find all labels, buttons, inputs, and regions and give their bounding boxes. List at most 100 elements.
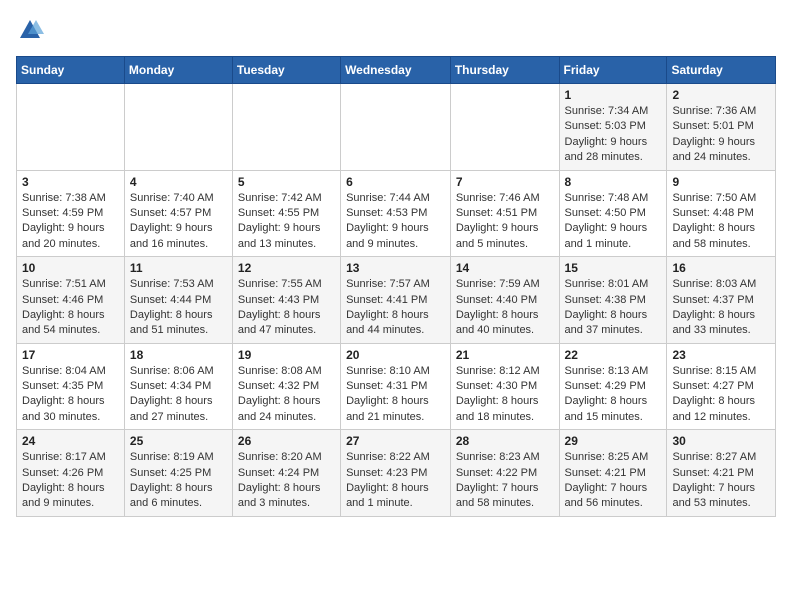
day-number: 14 xyxy=(456,261,554,275)
sunset: Sunset: 4:26 PM xyxy=(22,467,103,479)
calendar-cell: 12Sunrise: 7:55 AMSunset: 4:43 PMDayligh… xyxy=(232,257,340,344)
day-number: 4 xyxy=(130,175,227,189)
day-number: 19 xyxy=(238,348,335,362)
day-info: Sunrise: 8:27 AM Sunset: 4:21 PM Daylight:… xyxy=(672,450,770,512)
daylight: Daylight: 8 hours and 51 minutes. xyxy=(130,309,213,336)
sunset: Sunset: 4:51 PM xyxy=(456,207,537,219)
day-number: 12 xyxy=(238,261,335,275)
calendar-cell xyxy=(232,84,340,171)
sunrise: Sunrise: 8:06 AM xyxy=(130,365,214,377)
day-info: Sunrise: 7:53 AMSunset: 4:44 PMDaylight:… xyxy=(130,277,227,339)
sunset: Sunset: 4:44 PM xyxy=(130,294,211,306)
calendar-cell: 4 Sunrise: 7:40 AMSunset: 4:57 PMDaylight… xyxy=(124,170,232,257)
sunset: Sunset: 4:31 PM xyxy=(346,380,427,392)
sunrise: Sunrise: 7:50 AM xyxy=(672,192,756,204)
calendar-cell: 14Sunrise: 7:59 AMSunset: 4:40 PMDayligh… xyxy=(450,257,559,344)
sunset: Sunset: 4:21 PM xyxy=(565,467,646,479)
calendar-cell: 5 Sunrise: 7:42 AMSunset: 4:55 PMDaylight… xyxy=(232,170,340,257)
calendar-cell: 10Sunrise: 7:51 AMSunset: 4:46 PMDayligh… xyxy=(17,257,125,344)
daylight: Daylight: 8 hours and 37 minutes. xyxy=(565,309,648,336)
sunrise: Sunrise: 7:57 AM xyxy=(346,278,430,290)
sunset: Sunset: 4:24 PM xyxy=(238,467,319,479)
day-number: 11 xyxy=(130,261,227,275)
calendar-cell: 20Sunrise: 8:10 AMSunset: 4:31 PMDayligh… xyxy=(341,343,451,430)
calendar-cell xyxy=(124,84,232,171)
calendar-cell xyxy=(17,84,125,171)
day-info: Sunrise: 7:44 AMSunset: 4:53 PMDaylight:… xyxy=(346,191,445,253)
sunset: Sunset: 4:34 PM xyxy=(130,380,211,392)
sunset: Sunset: 4:59 PM xyxy=(22,207,103,219)
day-info: Sunrise: 7:40 AMSunset: 4:57 PMDaylight:… xyxy=(130,191,227,253)
day-info: Sunrise: 7:57 AMSunset: 4:41 PMDaylight:… xyxy=(346,277,445,339)
day-number: 22 xyxy=(565,348,662,362)
logo xyxy=(16,16,48,44)
daylight: Daylight: 9 hours and 5 minutes. xyxy=(456,222,539,249)
daylight: Daylight: 9 hours and 13 minutes. xyxy=(238,222,321,249)
sunset: Sunset: 4:43 PM xyxy=(238,294,319,306)
sunrise: Sunrise: 8:04 AM xyxy=(22,365,106,377)
calendar-cell: 24 Sunrise: 8:17 AMSunset: 4:26 PMDayligh… xyxy=(17,430,125,517)
sunset: Sunset: 4:53 PM xyxy=(346,207,427,219)
daylight: Daylight: 9 hours and 28 minutes. xyxy=(565,136,648,163)
calendar-cell: 19Sunrise: 8:08 AMSunset: 4:32 PMDayligh… xyxy=(232,343,340,430)
calendar-cell: 30 Sunrise: 8:27 AM Sunset: 4:21 PM Dayligh… xyxy=(667,430,776,517)
sunrise: Sunrise: 7:40 AM xyxy=(130,192,214,204)
daylight: Daylight: 8 hours and 24 minutes. xyxy=(238,395,321,422)
calendar-cell: 17Sunrise: 8:04 AMSunset: 4:35 PMDayligh… xyxy=(17,343,125,430)
sunset: Sunset: 4:35 PM xyxy=(22,380,103,392)
calendar-cell: 22 Sunrise: 8:13 AMSunset: 4:29 PMDayligh… xyxy=(559,343,667,430)
day-info: Sunrise: 7:42 AMSunset: 4:55 PMDaylight:… xyxy=(238,191,335,253)
day-number: 5 xyxy=(238,175,335,189)
weekday-row: SundayMondayTuesdayWednesdayThursdayFrid… xyxy=(17,57,776,84)
daylight: Daylight: 8 hours and 21 minutes. xyxy=(346,395,429,422)
sunset: Sunset: 4:48 PM xyxy=(672,207,753,219)
sunset: Sunset: 4:30 PM xyxy=(456,380,537,392)
day-number: 30 xyxy=(672,434,770,448)
calendar-cell: 11 Sunrise: 7:53 AMSunset: 4:44 PMDayligh… xyxy=(124,257,232,344)
weekday-header-sunday: Sunday xyxy=(17,57,125,84)
day-number: 21 xyxy=(456,348,554,362)
day-info: Sunrise: 7:50 AMSunset: 4:48 PMDaylight:… xyxy=(672,191,770,253)
sunrise: Sunrise: 7:38 AM xyxy=(22,192,106,204)
daylight: Daylight: 9 hours and 9 minutes. xyxy=(346,222,429,249)
day-info: Sunrise: 8:03 AMSunset: 4:37 PMDaylight:… xyxy=(672,277,770,339)
daylight: Daylight: 8 hours and 1 minute. xyxy=(346,482,429,509)
sunset: Sunset: 4:40 PM xyxy=(456,294,537,306)
sunrise: Sunrise: 8:23 AM xyxy=(456,451,540,463)
calendar-cell: 2 Sunrise: 7:36 AMSunset: 5:01 PMDaylight… xyxy=(667,84,776,171)
sunrise: Sunrise: 8:10 AM xyxy=(346,365,430,377)
daylight: Daylight: 7 hours and 58 minutes. xyxy=(456,482,539,509)
day-info: Sunrise: 7:48 AMSunset: 4:50 PMDaylight:… xyxy=(565,191,662,253)
day-number: 7 xyxy=(456,175,554,189)
calendar-week-4: 17Sunrise: 8:04 AMSunset: 4:35 PMDayligh… xyxy=(17,343,776,430)
day-info: Sunrise: 8:13 AMSunset: 4:29 PMDaylight:… xyxy=(565,364,662,426)
day-info: Sunrise: 8:23 AM Sunset: 4:22 PM Daylight:… xyxy=(456,450,554,512)
day-number: 24 xyxy=(22,434,119,448)
sunset: Sunset: 4:37 PM xyxy=(672,294,753,306)
calendar-table: SundayMondayTuesdayWednesdayThursdayFrid… xyxy=(16,56,776,517)
day-number: 26 xyxy=(238,434,335,448)
daylight: Daylight: 9 hours and 20 minutes. xyxy=(22,222,105,249)
calendar-cell: 9Sunrise: 7:50 AMSunset: 4:48 PMDaylight… xyxy=(667,170,776,257)
sunset: Sunset: 4:25 PM xyxy=(130,467,211,479)
daylight: Daylight: 7 hours and 53 minutes. xyxy=(672,482,755,509)
sunset: Sunset: 4:21 PM xyxy=(672,467,753,479)
day-number: 2 xyxy=(672,88,770,102)
day-number: 25 xyxy=(130,434,227,448)
daylight: Daylight: 8 hours and 40 minutes. xyxy=(456,309,539,336)
calendar-cell: 6Sunrise: 7:44 AMSunset: 4:53 PMDaylight… xyxy=(341,170,451,257)
calendar-cell: 1Sunrise: 7:34 AMSunset: 5:03 PMDaylight… xyxy=(559,84,667,171)
calendar-body: 1Sunrise: 7:34 AMSunset: 5:03 PMDaylight… xyxy=(17,84,776,517)
day-info: Sunrise: 8:04 AMSunset: 4:35 PMDaylight:… xyxy=(22,364,119,426)
day-info: Sunrise: 8:22 AMSunset: 4:23 PMDaylight:… xyxy=(346,450,445,512)
sunset: Sunset: 4:22 PM xyxy=(456,467,537,479)
day-info: Sunrise: 7:36 AMSunset: 5:01 PMDaylight:… xyxy=(672,104,770,166)
sunrise: Sunrise: 8:27 AM xyxy=(672,451,756,463)
day-info: Sunrise: 8:17 AMSunset: 4:26 PMDaylight:… xyxy=(22,450,119,512)
daylight: Daylight: 8 hours and 27 minutes. xyxy=(130,395,213,422)
sunrise: Sunrise: 8:22 AM xyxy=(346,451,430,463)
day-info: Sunrise: 8:01 AMSunset: 4:38 PMDaylight:… xyxy=(565,277,662,339)
calendar-cell: 13Sunrise: 7:57 AMSunset: 4:41 PMDayligh… xyxy=(341,257,451,344)
day-info: Sunrise: 8:25 AMSunset: 4:21 PMDaylight:… xyxy=(565,450,662,512)
sunrise: Sunrise: 7:46 AM xyxy=(456,192,540,204)
